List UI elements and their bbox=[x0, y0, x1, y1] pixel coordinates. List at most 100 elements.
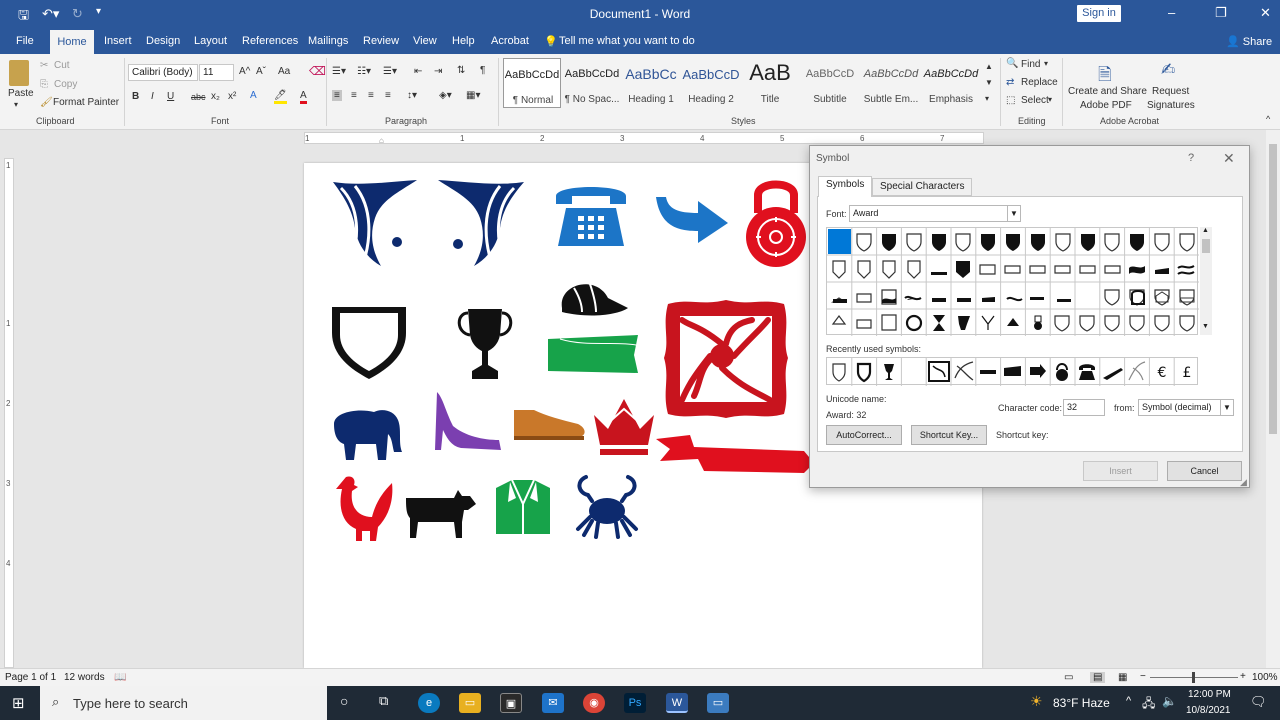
zoom-in-icon[interactable]: + bbox=[1240, 671, 1246, 682]
clear-formatting-icon[interactable]: ⌫ bbox=[309, 64, 326, 78]
resize-grip-icon[interactable]: ◢ bbox=[1240, 477, 1247, 488]
chrome-icon[interactable]: ◉ bbox=[583, 693, 605, 713]
select-dropdown-icon[interactable]: ▾ bbox=[1048, 95, 1052, 104]
chevron-down-icon[interactable]: ▼ bbox=[1007, 206, 1020, 221]
font-color-icon[interactable]: A bbox=[300, 90, 307, 104]
help-button[interactable]: ? bbox=[1188, 152, 1194, 164]
recent-symbols-row[interactable]: € £ bbox=[826, 357, 1199, 386]
cortana-icon[interactable]: ○ bbox=[340, 693, 348, 709]
style-heading-1[interactable]: AaBbCc Heading 1 bbox=[622, 58, 680, 108]
photoshop-icon[interactable]: Ps bbox=[624, 693, 646, 713]
store-icon[interactable]: ▣ bbox=[500, 693, 522, 713]
shrink-font-button[interactable]: Aˇ bbox=[256, 66, 266, 77]
task-view-icon[interactable]: ⧉ bbox=[379, 693, 388, 709]
notifications-icon[interactable]: 🗨 bbox=[1250, 694, 1267, 710]
clock-time[interactable]: 12:00 PM bbox=[1188, 689, 1231, 700]
align-right-icon[interactable]: ≡ bbox=[368, 90, 374, 101]
collapse-ribbon-icon[interactable]: ^ bbox=[1266, 114, 1270, 124]
vertical-scrollbar[interactable] bbox=[1266, 130, 1280, 668]
change-case-button[interactable]: Aa bbox=[278, 66, 290, 77]
copy-button[interactable]: Copy bbox=[54, 79, 77, 90]
mail-icon[interactable]: ✉ bbox=[542, 693, 564, 713]
tab-review[interactable]: Review bbox=[363, 35, 399, 47]
tab-acrobat[interactable]: Acrobat bbox=[491, 35, 529, 47]
network-icon[interactable]: 🖧 bbox=[1142, 694, 1155, 715]
sort-icon[interactable]: ⇅ bbox=[457, 65, 465, 76]
close-button[interactable]: ✕ bbox=[1260, 5, 1271, 21]
numbering-icon[interactable]: ☷▾ bbox=[357, 66, 371, 77]
shading-icon[interactable]: ◈▾ bbox=[439, 90, 452, 101]
taskbar-search[interactable]: ⌕ Type here to search bbox=[40, 686, 327, 720]
dialog-close-button[interactable]: ✕ bbox=[1223, 150, 1235, 167]
text-effects-icon[interactable]: A bbox=[250, 90, 257, 101]
scrollbar-thumb[interactable] bbox=[1202, 239, 1210, 253]
borders-icon[interactable]: ▦▾ bbox=[466, 90, 480, 101]
clock-date[interactable]: 10/8/2021 bbox=[1186, 705, 1231, 716]
subscript-button[interactable]: x₂ bbox=[211, 91, 220, 102]
minimize-button[interactable]: – bbox=[1168, 5, 1175, 20]
paste-dropdown-icon[interactable]: ▾ bbox=[14, 100, 18, 109]
weather-text[interactable]: 83°F Haze bbox=[1053, 696, 1110, 710]
show-hidden-icons-icon[interactable]: ^ bbox=[1126, 695, 1131, 707]
scrollbar-thumb[interactable] bbox=[1269, 144, 1277, 434]
indent-marker-icon[interactable]: ⌂ bbox=[379, 136, 384, 145]
zoom-slider-thumb[interactable] bbox=[1192, 672, 1195, 683]
tab-layout[interactable]: Layout bbox=[194, 35, 227, 47]
search-input[interactable]: Type here to search bbox=[73, 696, 188, 711]
scroll-down-icon[interactable]: ▼ bbox=[1202, 323, 1209, 330]
tell-me-search[interactable]: Tell me what you want to do bbox=[559, 35, 695, 47]
tab-insert[interactable]: Insert bbox=[104, 35, 132, 47]
tab-file[interactable]: File bbox=[16, 35, 34, 47]
tab-mailings[interactable]: Mailings bbox=[308, 35, 348, 47]
file-explorer-icon[interactable]: ▭ bbox=[459, 693, 481, 713]
font-combo[interactable]: Award ▼ bbox=[849, 205, 1021, 222]
symbol-grid[interactable] bbox=[826, 227, 1199, 336]
scroll-up-icon[interactable]: ▲ bbox=[1202, 227, 1209, 234]
format-painter-button[interactable]: Format Painter bbox=[53, 97, 119, 108]
word-taskbar-icon[interactable]: W bbox=[666, 693, 688, 713]
styles-scroll-down-icon[interactable]: ▼ bbox=[985, 78, 993, 87]
multilevel-list-icon[interactable]: ☰▾ bbox=[383, 66, 397, 77]
align-center-icon[interactable]: ≡ bbox=[351, 90, 357, 101]
print-layout-icon[interactable]: ▤ bbox=[1090, 672, 1106, 683]
style-title[interactable]: AaB Title bbox=[741, 58, 799, 108]
style-no-spacing[interactable]: AaBbCcDd ¶ No Spac... bbox=[563, 58, 621, 108]
style-subtitle[interactable]: AaBbCcD Subtitle bbox=[801, 58, 859, 108]
decrease-indent-icon[interactable]: ⇤ bbox=[414, 66, 422, 77]
line-spacing-icon[interactable]: ↕▾ bbox=[407, 90, 417, 101]
increase-indent-icon[interactable]: ⇥ bbox=[434, 66, 442, 77]
remote-desktop-icon[interactable]: ▭ bbox=[707, 693, 729, 713]
tab-symbols[interactable]: Symbols bbox=[818, 176, 873, 197]
styles-more-icon[interactable]: ▾ bbox=[985, 94, 989, 103]
highlight-color-icon[interactable]: 🖊 bbox=[274, 90, 287, 104]
shortcut-key-button[interactable]: Shortcut Key... bbox=[911, 425, 987, 445]
align-left-icon[interactable]: ≡ bbox=[332, 90, 342, 101]
style-subtle-emphasis[interactable]: AaBbCcDd Subtle Em... bbox=[862, 58, 920, 108]
paste-button[interactable]: Paste bbox=[8, 88, 34, 99]
web-layout-icon[interactable]: ▦ bbox=[1118, 672, 1127, 683]
from-select[interactable]: Symbol (decimal) ▼ bbox=[1138, 399, 1234, 416]
select-button[interactable]: Select bbox=[1021, 95, 1049, 106]
page-count[interactable]: Page 1 of 1 bbox=[5, 672, 56, 683]
windows-start-icon[interactable]: ⊞ bbox=[12, 694, 25, 712]
italic-button[interactable]: I bbox=[151, 91, 154, 102]
grow-font-button[interactable]: A^ bbox=[239, 66, 250, 77]
vertical-ruler[interactable]: 1 1 2 3 4 bbox=[4, 158, 14, 668]
recent-symbols-cells[interactable]: € £ bbox=[827, 358, 1199, 386]
font-name-combo[interactable]: Calibri (Body) bbox=[128, 64, 198, 81]
sign-in-button[interactable]: Sign in bbox=[1077, 5, 1121, 22]
superscript-button[interactable]: x² bbox=[228, 91, 236, 102]
underline-button[interactable]: U bbox=[167, 91, 174, 102]
font-size-combo[interactable]: 11 bbox=[199, 64, 234, 81]
pound-symbol[interactable]: £ bbox=[1183, 365, 1192, 381]
style-emphasis[interactable]: AaBbCcDd Emphasis bbox=[922, 58, 980, 108]
tab-view[interactable]: View bbox=[413, 35, 437, 47]
replace-button[interactable]: Replace bbox=[1021, 77, 1058, 88]
character-code-input[interactable]: 32 bbox=[1063, 399, 1105, 416]
proofing-icon[interactable]: 📖 bbox=[114, 672, 126, 683]
zoom-out-icon[interactable]: − bbox=[1140, 671, 1146, 682]
find-button[interactable]: Find bbox=[1021, 59, 1040, 70]
autocorrect-button[interactable]: AutoCorrect... bbox=[826, 425, 902, 445]
euro-symbol[interactable]: € bbox=[1158, 365, 1167, 381]
tab-special-characters[interactable]: Special Characters bbox=[872, 178, 973, 196]
